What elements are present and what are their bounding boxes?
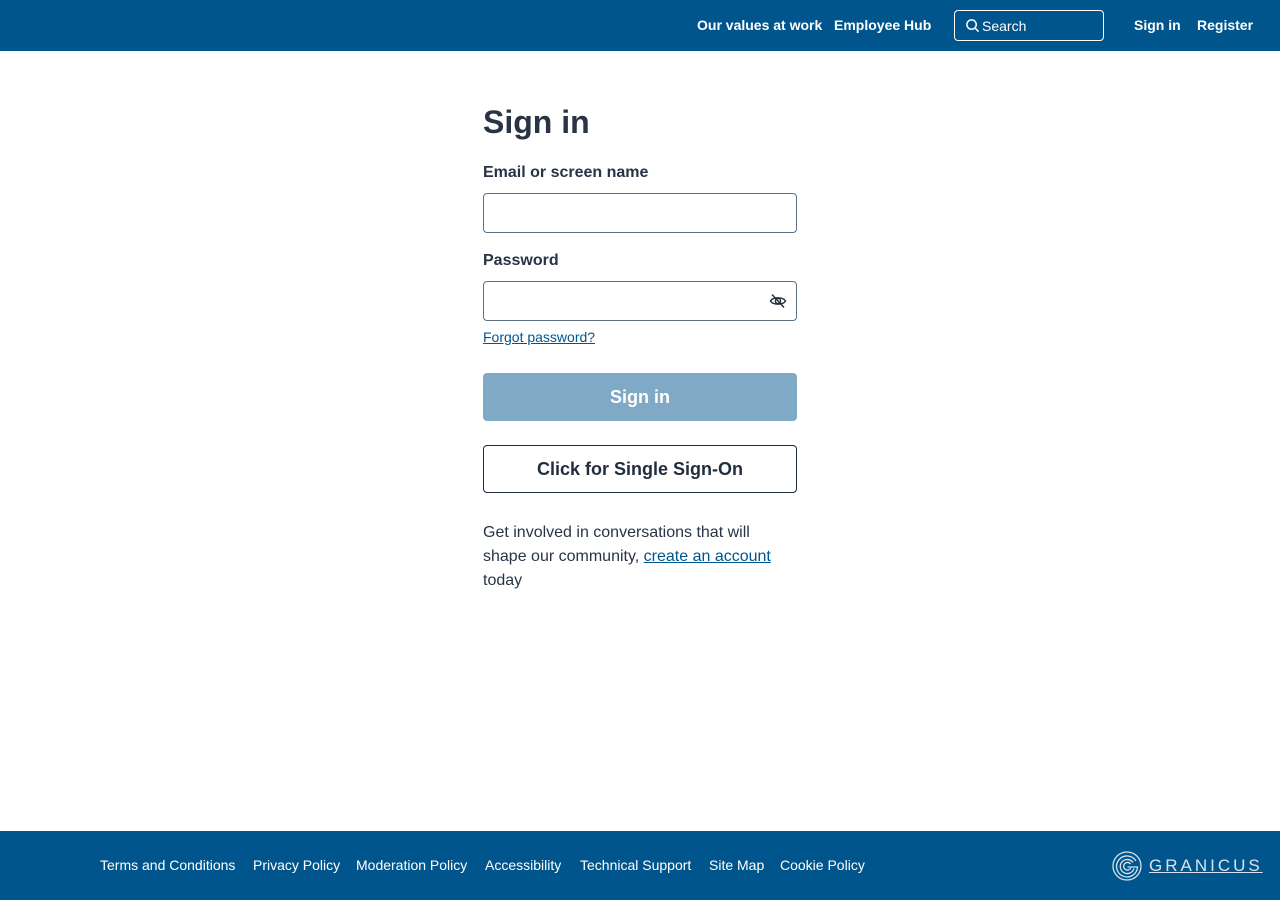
promo-text-after: today [483,572,523,589]
password-field-wrapper [483,281,797,321]
single-sign-on-button[interactable]: Click for Single Sign-On [483,445,797,493]
footer-link-privacy[interactable]: Privacy Policy [253,831,340,900]
footer-link-accessibility[interactable]: Accessibility [485,831,561,900]
header-sign-in-link[interactable]: Sign in [1134,0,1181,51]
search-input[interactable] [982,17,1092,34]
footer-link-site-map[interactable]: Site Map [709,831,764,900]
footer-link-cookie-policy[interactable]: Cookie Policy [780,831,865,900]
footer-link-technical-support[interactable]: Technical Support [580,831,691,900]
search-box[interactable] [954,10,1104,41]
show-password-button[interactable] [769,292,787,310]
create-account-prompt: Get involved in conversations that will … [483,521,783,593]
footer: Terms and Conditions Privacy Policy Mode… [0,831,1280,900]
password-field[interactable] [483,281,797,321]
granicus-wordmark: GRANICUS [1149,856,1263,875]
create-account-link[interactable]: create an account [644,548,771,565]
sign-in-form: Sign in Email or screen name Password Fo… [483,100,797,593]
granicus-brand-link[interactable]: GRANICUS [1112,851,1263,881]
header-register-link[interactable]: Register [1197,0,1253,51]
top-navigation-bar: Our values at work Employee Hub Sign in … [0,0,1280,51]
search-icon [966,19,980,33]
email-field[interactable] [483,193,797,233]
password-label: Password [483,252,559,269]
page-title: Sign in [483,104,590,140]
email-label: Email or screen name [483,164,649,181]
sign-in-button[interactable]: Sign in [483,373,797,421]
granicus-logo-icon [1112,851,1142,881]
nav-link-employee-hub[interactable]: Employee Hub [834,0,931,51]
nav-link-our-values-at-work[interactable]: Our values at work [697,0,822,51]
eye-slash-icon [769,294,787,308]
footer-link-terms[interactable]: Terms and Conditions [100,831,235,900]
footer-link-moderation[interactable]: Moderation Policy [356,831,467,900]
forgot-password-link[interactable]: Forgot password? [483,329,595,345]
